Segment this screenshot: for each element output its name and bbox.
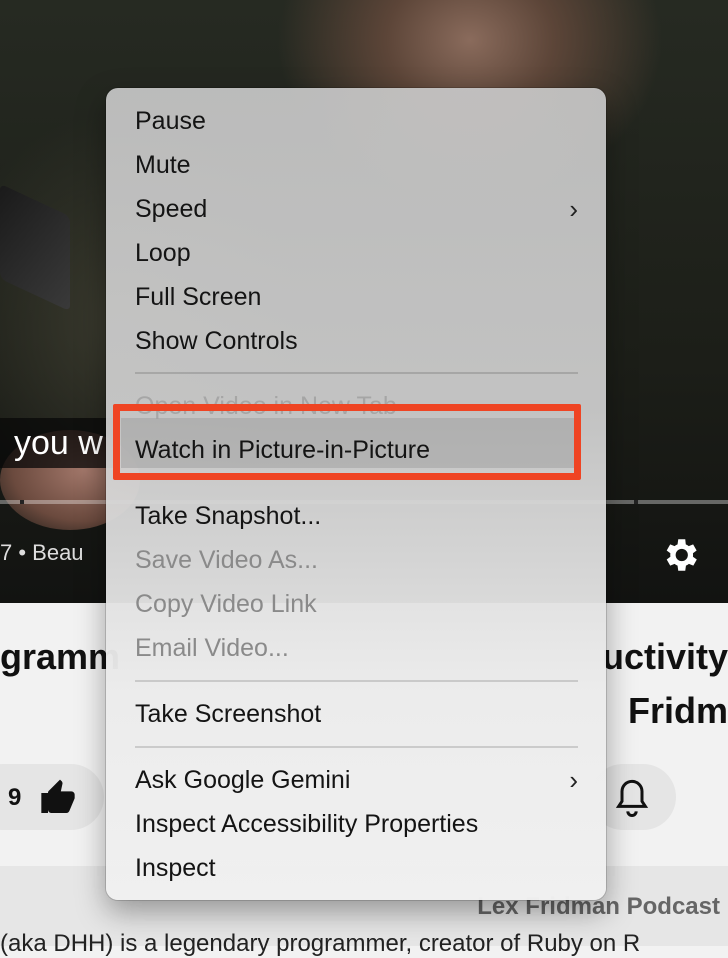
menu-item-inspect[interactable]: Inspect: [135, 846, 216, 890]
menu-separator: [135, 746, 578, 748]
menu-item-save-video: Save Video As...: [135, 546, 318, 574]
microphone-image: [0, 183, 70, 312]
menu-item-inspect-accessibility[interactable]: Inspect Accessibility Properties: [135, 802, 478, 846]
chapter-marker: [634, 500, 638, 504]
menu-item-loop[interactable]: Loop: [135, 231, 191, 275]
chapter-marker: [20, 500, 24, 504]
video-meta-text: 7 • Beau: [0, 540, 84, 565]
video-title-right: uctivity: [601, 636, 728, 677]
bell-icon[interactable]: [612, 776, 652, 820]
chevron-right-icon: ›: [569, 194, 578, 224]
thumbs-up-icon[interactable]: [38, 778, 78, 818]
menu-item-take-screenshot[interactable]: Take Screenshot: [135, 692, 321, 736]
description-text: (aka DHH) is a legendary programmer, cre…: [0, 930, 641, 957]
context-menu: Pause Mute Speed › Loop Full Screen Show…: [106, 88, 606, 900]
menu-item-mute[interactable]: Mute: [135, 143, 191, 187]
menu-item-take-snapshot[interactable]: Take Snapshot...: [135, 494, 321, 538]
like-count: 9: [8, 784, 22, 811]
menu-item-ask-gemini[interactable]: Ask Google Gemini: [135, 758, 350, 802]
highlight-annotation-box: [113, 404, 581, 480]
menu-separator: [135, 680, 578, 682]
menu-item-show-controls[interactable]: Show Controls: [135, 319, 298, 363]
menu-item-email-video: Email Video...: [135, 634, 289, 662]
settings-gear-icon[interactable]: [659, 534, 701, 576]
video-title-right-line2: Fridm: [627, 690, 728, 731]
menu-separator: [135, 372, 578, 374]
chevron-right-icon: ›: [569, 765, 578, 795]
menu-item-full-screen[interactable]: Full Screen: [135, 275, 261, 319]
video-title-left: gramm: [0, 636, 121, 677]
menu-item-speed[interactable]: Speed: [135, 187, 207, 231]
menu-item-copy-link: Copy Video Link: [135, 590, 317, 618]
menu-item-pause[interactable]: Pause: [135, 99, 206, 143]
video-caption: you w: [0, 418, 115, 468]
